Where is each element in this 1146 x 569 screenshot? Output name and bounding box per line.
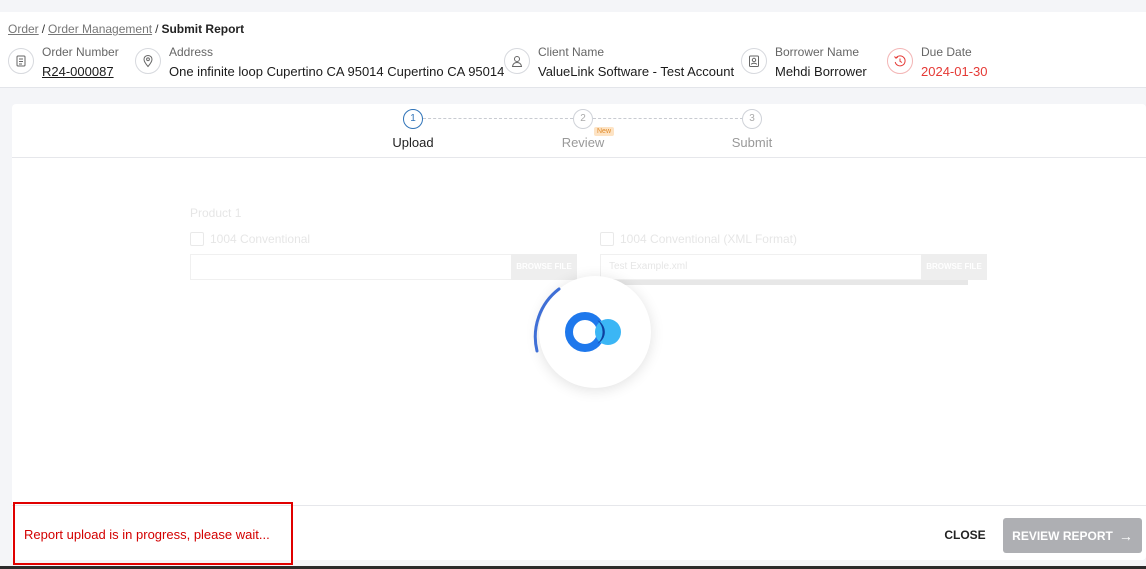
file-label-1004: 1004 Conventional	[190, 232, 310, 246]
address-label: Address	[169, 45, 214, 59]
breadcrumb-order-management[interactable]: Order Management	[48, 22, 152, 36]
clock-history-icon	[887, 48, 913, 74]
due-date-info: Due Date 2024-01-30	[887, 45, 988, 81]
browse-file-button[interactable]: BROWSE FILE	[921, 254, 987, 280]
breadcrumb-current: Submit Report	[161, 22, 245, 36]
client-value: ValueLink Software - Test Account	[538, 64, 735, 79]
step-upload: 1 Upload	[373, 109, 453, 150]
review-report-label: REVIEW REPORT	[1012, 528, 1113, 543]
file-input-underline	[600, 280, 968, 285]
address-info: Address One infinite loop Cupertino CA 9…	[135, 45, 504, 81]
breadcrumb-separator: /	[155, 22, 159, 36]
user-icon	[504, 48, 530, 74]
step-label: Review	[561, 135, 605, 150]
breadcrumb-separator: /	[41, 22, 46, 36]
client-info: Client Name ValueLink Software - Test Ac…	[504, 45, 734, 81]
step-label: Submit	[731, 135, 773, 150]
file-label-text: 1004 Conventional (XML Format)	[620, 232, 797, 246]
new-badge: New	[594, 127, 615, 136]
id-badge-icon	[741, 48, 767, 74]
review-report-button[interactable]: REVIEW REPORT →	[1003, 518, 1142, 553]
upload-status-message: Report upload is in progress, please wai…	[13, 502, 293, 565]
breadcrumb-order[interactable]: Order	[8, 22, 39, 36]
order-number-link[interactable]: R24-000087	[42, 65, 119, 79]
clipboard-icon	[8, 48, 34, 74]
step-number: 2	[573, 109, 593, 129]
file-label-text: 1004 Conventional	[210, 232, 311, 246]
due-date-value: 2024-01-30	[921, 64, 988, 79]
borrower-label: Borrower Name	[775, 45, 860, 59]
file-label-xml: 1004 Conventional (XML Format)	[600, 232, 797, 246]
arrow-right-icon: →	[1118, 527, 1133, 544]
due-date-label: Due Date	[921, 45, 972, 59]
spinner-arc	[533, 287, 561, 353]
step-number: 3	[742, 109, 762, 129]
step-number: 1	[403, 109, 423, 129]
file-input-1004[interactable]	[190, 254, 512, 280]
top-bar	[0, 0, 1146, 12]
client-label: Client Name	[538, 45, 605, 59]
close-button[interactable]: CLOSE	[934, 522, 996, 548]
file-icon	[190, 232, 204, 246]
borrower-info: Borrower Name Mehdi Borrower	[741, 45, 867, 81]
order-number-label: Order Number	[42, 45, 119, 59]
product-label: Product 1	[190, 206, 242, 220]
step-label: Upload	[392, 135, 434, 150]
breadcrumb: Order / Order Management / Submit Report	[8, 22, 244, 36]
order-number-info: Order Number R24-000087	[8, 45, 119, 81]
order-header: Order / Order Management / Submit Report Ord…	[0, 12, 1146, 88]
stepper: 1 Upload 2 Review New 3 Submit	[12, 104, 1146, 158]
file-icon	[600, 232, 614, 246]
location-pin-icon	[135, 48, 161, 74]
address-value: One infinite loop Cupertino CA 95014 Cup…	[169, 64, 505, 79]
borrower-value: Mehdi Borrower	[775, 64, 867, 79]
step-submit: 3 Submit	[712, 109, 792, 150]
